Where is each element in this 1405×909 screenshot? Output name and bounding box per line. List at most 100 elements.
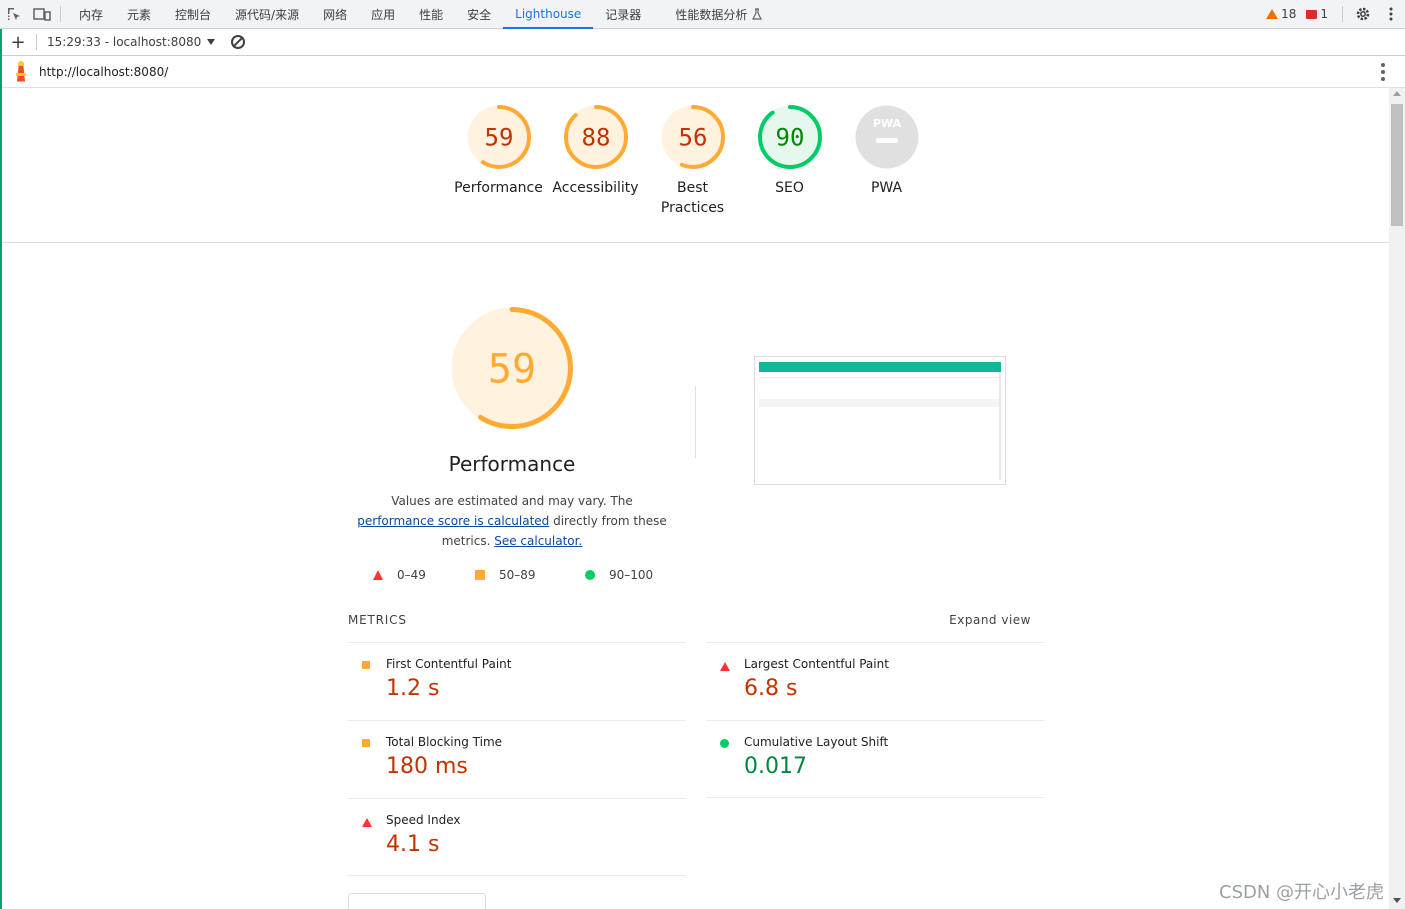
device-toolbar-icon[interactable]	[28, 0, 56, 29]
toolbar-divider	[1342, 6, 1343, 22]
lighthouse-logo-icon	[13, 60, 29, 83]
caret-down-icon	[207, 39, 216, 45]
gauge-score: 59	[488, 346, 536, 392]
gauge-score: 88	[581, 124, 610, 152]
legend-fail: 0–49	[373, 568, 475, 582]
metric-cumulative-layout-shift: Cumulative Layout Shift 0.017	[706, 720, 1044, 798]
gauge-label: PWA	[870, 180, 903, 196]
metric-total-blocking-time: Total Blocking Time 180 ms	[348, 720, 686, 798]
scrollbar-thumb[interactable]	[1391, 104, 1403, 226]
square-icon	[475, 570, 485, 580]
legend-range: 0–49	[397, 568, 426, 582]
thumbnail-line	[759, 377, 1001, 378]
tab-performance-insights[interactable]: 性能数据分析	[653, 0, 775, 29]
warnings-badge[interactable]: 18	[1266, 7, 1296, 21]
tab-recorder[interactable]: 记录器	[593, 0, 653, 29]
tab-elements[interactable]: 元素	[115, 0, 163, 29]
circle-icon	[720, 739, 729, 748]
gauge-base	[855, 105, 918, 169]
watermark: CSDN @开心小老虎	[1219, 882, 1385, 903]
gauge-seo[interactable]: 90 SEO	[741, 104, 838, 218]
metrics-title: METRICS	[348, 613, 407, 627]
legend-range: 50–89	[499, 568, 536, 582]
gauge-best-practices[interactable]: 56 Best Practices	[644, 104, 741, 218]
square-icon	[362, 739, 370, 747]
vertical-divider	[695, 386, 696, 458]
gauge-performance[interactable]: 59 Performance	[450, 104, 547, 218]
thumbnail-scrollbar	[999, 372, 1001, 480]
tab-network[interactable]: 网络	[311, 0, 359, 29]
tab-application[interactable]: 应用	[359, 0, 407, 29]
report-url: http://localhost:8080/	[39, 64, 169, 79]
tab-security[interactable]: 安全	[455, 0, 503, 29]
gauge-score: 59	[484, 124, 513, 152]
scroll-down-arrow-icon[interactable]	[1393, 898, 1401, 903]
metric-value: 0.017	[744, 754, 807, 779]
metric-divider	[348, 875, 686, 876]
performance-title: Performance	[448, 452, 576, 476]
tab-performance-insights-label: 性能数据分析	[675, 7, 748, 22]
clear-reports-icon[interactable]	[231, 35, 246, 49]
pwa-text: PWA	[872, 117, 901, 130]
metric-value: 4.1 s	[386, 832, 440, 857]
inspect-element-icon[interactable]	[0, 0, 28, 29]
metrics-header: METRICS Expand view	[348, 613, 1031, 627]
performance-description: Values are estimated and may vary. The p…	[352, 491, 672, 551]
final-screenshot-thumbnail[interactable]	[754, 356, 1006, 485]
legend-average: 50–89	[475, 568, 585, 582]
gauge-seo-ring: 90	[757, 105, 822, 169]
metric-divider	[706, 797, 1044, 798]
panel-edge-marker	[0, 29, 2, 909]
report-selector-label: 15:29:33 - localhost:8080	[47, 35, 202, 49]
metric-value: 180 ms	[386, 754, 468, 779]
devtools-tab-bar: 内存 元素 控制台 源代码/来源 网络 应用 性能 安全 Lighthouse …	[0, 0, 1405, 29]
gauge-accessibility[interactable]: 88 Accessibility	[547, 104, 644, 218]
pwa-dash	[875, 138, 898, 143]
errors-badge[interactable]: 1	[1306, 7, 1328, 21]
gauge-pwa[interactable]: PWA PWA	[838, 104, 935, 218]
gauge-label: Best Practices	[660, 180, 725, 216]
tab-sources[interactable]: 源代码/来源	[223, 0, 311, 29]
tab-memory[interactable]: 内存	[67, 0, 115, 29]
square-icon	[362, 661, 370, 669]
metric-value: 1.2 s	[386, 676, 440, 701]
lighthouse-toolbar: + 15:29:33 - localhost:8080	[0, 29, 1405, 56]
metric-value: 6.8 s	[744, 676, 798, 701]
warnings-count: 18	[1281, 7, 1297, 21]
tab-console[interactable]: 控制台	[163, 0, 223, 29]
circle-icon	[585, 570, 595, 580]
toolbar-divider	[60, 6, 61, 22]
performance-score-link[interactable]: performance score is calculated	[357, 514, 549, 528]
metric-name: Cumulative Layout Shift	[744, 735, 889, 749]
performance-big-gauge: 59	[451, 307, 573, 429]
new-report-plus-icon[interactable]: +	[0, 32, 36, 53]
expand-view-toggle[interactable]: Expand view	[949, 613, 1031, 627]
triangle-icon	[362, 818, 372, 827]
errors-count: 1	[1320, 7, 1328, 21]
toolbar-divider	[36, 34, 37, 50]
report-menu-icon[interactable]	[1381, 62, 1385, 81]
thumbnail-header-bar	[759, 362, 1001, 372]
tab-lighthouse[interactable]: Lighthouse	[503, 0, 594, 29]
score-legend: 0–49 50–89 90–100	[373, 568, 653, 582]
tab-performance[interactable]: 性能	[407, 0, 455, 29]
report-url-bar: http://localhost:8080/	[0, 56, 1405, 88]
report-selector[interactable]: 15:29:33 - localhost:8080	[47, 35, 216, 49]
warning-icon	[1266, 9, 1279, 19]
desc-text: Values are estimated and may vary. The	[391, 494, 633, 508]
gauge-best-practices-ring: 56	[660, 105, 725, 169]
metric-first-contentful-paint: First Contentful Paint 1.2 s	[348, 642, 686, 720]
gauge-score: 56	[678, 124, 707, 152]
gauge-label: Performance	[454, 180, 543, 196]
triangle-icon	[720, 662, 730, 671]
thumbnail-band	[759, 399, 1001, 407]
view-treemap-button[interactable]	[348, 893, 486, 909]
calculator-link[interactable]: See calculator.	[494, 534, 582, 548]
pwa-badge-icon: PWA	[855, 105, 918, 169]
metric-name: Total Blocking Time	[386, 735, 503, 749]
metric-largest-contentful-paint: Largest Contentful Paint 6.8 s	[706, 642, 1044, 720]
gear-icon[interactable]	[1349, 0, 1377, 29]
more-options-icon[interactable]	[1377, 0, 1405, 29]
metric-speed-index: Speed Index 4.1 s	[348, 798, 686, 876]
scroll-up-arrow-icon[interactable]	[1393, 91, 1401, 96]
